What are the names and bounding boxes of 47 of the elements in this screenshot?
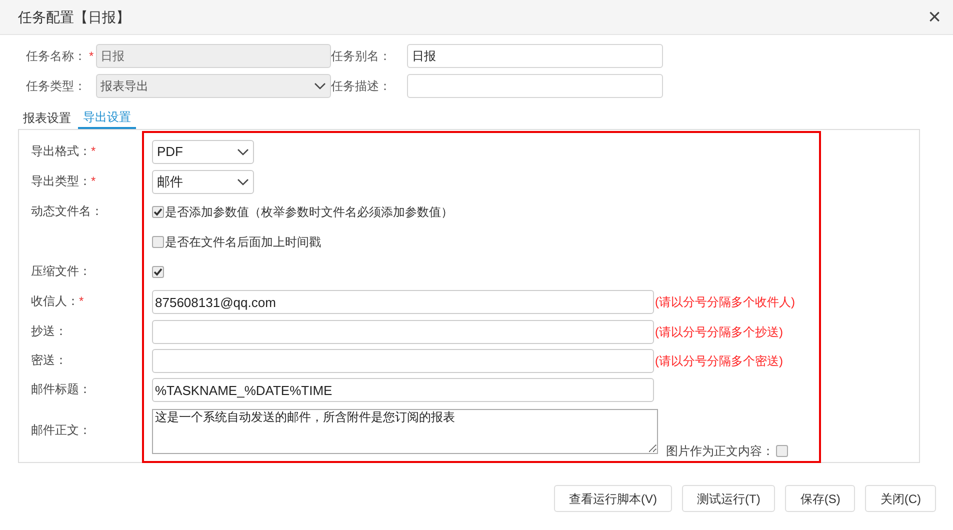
checkbox[interactable] (776, 444, 788, 456)
field-label: 任务名称： (26, 48, 86, 65)
select-field[interactable]: PDF (152, 140, 254, 164)
field-label: 任务类型： (26, 78, 86, 95)
text-area[interactable]: 这是一个系统自动发送的邮件，所含附件是您订阅的报表 (152, 408, 658, 454)
input-field[interactable] (152, 320, 654, 344)
field-label: 动态文件名： (31, 203, 103, 220)
dialog-title: 任务配置【日报】 (18, 8, 130, 26)
field-label: 邮件标题： (31, 381, 91, 398)
field-label: 压缩文件： (31, 263, 91, 280)
hint-text: (请以分号分隔多个抄送) (655, 324, 783, 341)
checkbox-label: 是否添加参数值（枚举参数时文件名必须添加参数值） (165, 204, 453, 221)
dialog-button[interactable]: 查看运行脚本(V) (554, 485, 672, 512)
field-label: 邮件正文： (31, 422, 91, 439)
required-mark: * (91, 143, 96, 160)
option-label: 图片作为正文内容： (666, 442, 774, 460)
dialog-button[interactable]: 保存(S) (785, 485, 856, 512)
checkbox[interactable] (152, 236, 164, 248)
input-field[interactable] (407, 74, 663, 98)
input-field[interactable]: 875608131@qq.com (152, 290, 654, 314)
input-field[interactable]: %TASKNAME_%DATE%TIME (152, 378, 654, 402)
tab[interactable]: 报表设置 (18, 106, 76, 129)
required-mark: * (91, 173, 96, 190)
field-label: 密送： (31, 352, 67, 369)
select-field[interactable]: 邮件 (152, 170, 254, 194)
checkbox[interactable] (152, 206, 164, 218)
tab[interactable]: 导出设置 (78, 106, 136, 129)
dialog-button[interactable]: 测试运行(T) (682, 485, 776, 512)
dialog-button[interactable]: 关闭(C) (865, 485, 936, 512)
chevron-down-icon (237, 178, 249, 186)
chevron-down-icon (314, 82, 326, 90)
checkbox[interactable] (152, 266, 164, 278)
field-label: 任务别名： (331, 48, 391, 65)
field-label: 导出类型： (31, 173, 91, 190)
field-label: 抄送： (31, 323, 67, 340)
hint-text: (请以分号分隔多个收件人) (655, 294, 795, 311)
field-label: 收信人： (31, 293, 79, 310)
input-field[interactable]: 日报 (407, 44, 663, 68)
close-button[interactable]: × (926, 6, 943, 28)
field-label: 导出格式： (31, 143, 91, 160)
input-field[interactable] (152, 349, 654, 373)
required-mark: * (79, 293, 84, 310)
checkbox-label: 是否在文件名后面加上时间戳 (165, 234, 321, 251)
hint-text: (请以分号分隔多个密送) (655, 353, 783, 370)
field-label: 任务描述： (331, 78, 391, 95)
chevron-down-icon (237, 148, 249, 156)
required-mark: * (89, 48, 94, 65)
